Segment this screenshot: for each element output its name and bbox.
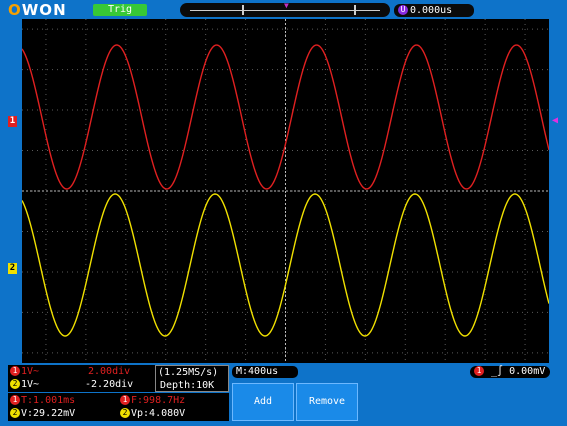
oscilloscope-display: OWON Trig ▼ U0.000us T 1 2 ◀ 11V~ 2.00di… [0,0,567,426]
acquisition-info-panel: (1.25MS/s) Depth:10K [155,365,229,392]
window-bracket-left [242,5,244,15]
ch1-offset: 2.00div [88,366,131,377]
ch2-voltage-measurement: 2 V:29.22mV [10,407,75,420]
horizontal-position-bar[interactable]: ▼ [180,1,390,17]
trigger-status-badge: Trig [93,4,147,16]
position-icon: U [398,5,408,15]
trigger-info: 1 _∫ 0.00mV [470,366,550,378]
trigger-source-icon: 1 [474,366,484,376]
ch2-icon: 2 [10,408,20,418]
channel-info-panel: 1 1V~ 2.00div 2 1V~ -2.20div [8,365,155,392]
ch2-ground-marker[interactable]: 2 [8,263,17,274]
add-button[interactable]: Add [232,383,294,421]
rising-edge-icon: _∫ [491,366,504,377]
trigger-position-marker-icon: ▼ [284,1,289,10]
ch1-period-measurement: 1 T:1.001ms [10,394,75,407]
ch2-icon: 2 [120,408,130,418]
ch1-info: 1 1V~ [10,365,39,378]
ch1-frequency-measurement: 1 F:998.7Hz [120,394,185,407]
waveform-screen [22,19,549,363]
remove-button[interactable]: Remove [296,383,358,421]
window-bracket-right [354,5,356,15]
sample-rate: (1.25MS/s) [158,367,219,378]
horizontal-position-readout: U 0.000us [394,4,474,17]
timebar-line [190,10,380,11]
menu-area [358,383,550,421]
trigger-level-marker-icon[interactable]: ◀ [552,116,558,126]
waveform-graticule [22,19,549,363]
ch2-vp-measurement: 2 Vp:4.080V [120,407,185,420]
ch2-icon: 2 [10,379,20,389]
timebase-readout: M:400us [232,366,298,378]
ch1-ground-marker[interactable]: 1 [8,116,17,127]
trigger-level: 0.00mV [509,366,546,377]
ch1-icon: 1 [10,395,20,405]
owon-logo: OWON [8,1,67,19]
measurement-panel: 1 T:1.001ms 1 F:998.7Hz 2 V:29.22mV 2 Vp:4.0… [8,393,229,421]
ch1-icon: 1 [120,395,130,405]
ch2-info: 2 1V~ [10,378,39,391]
ch2-offset: -2.20div [85,379,134,390]
record-depth: Depth:10K [160,380,215,391]
ch1-icon: 1 [10,366,20,376]
